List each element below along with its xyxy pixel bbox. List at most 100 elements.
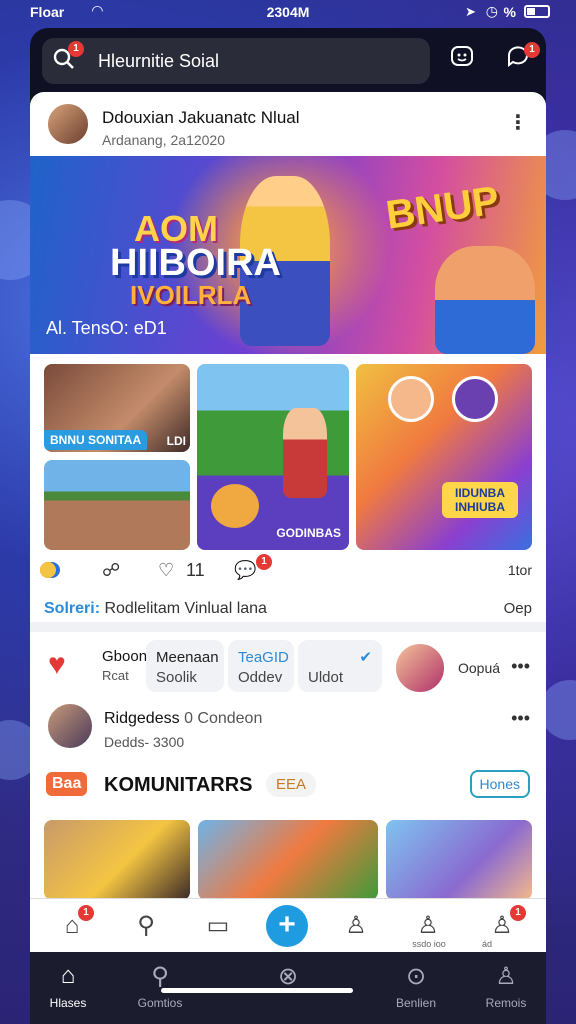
location-nav-icon[interactable]: ⊙ bbox=[386, 962, 446, 991]
more-icon[interactable]: ••• bbox=[511, 656, 530, 677]
comment-icon[interactable]: 💬 bbox=[234, 560, 256, 581]
profile-nav-icon[interactable]: ♙ bbox=[476, 962, 536, 991]
comment-badge: 1 bbox=[256, 554, 272, 570]
avatar[interactable] bbox=[394, 642, 446, 694]
chip-sub: Soolik bbox=[156, 669, 197, 686]
community-link[interactable]: Hones bbox=[469, 770, 530, 798]
hero-title-2: HIIBOIRA bbox=[110, 242, 281, 284]
row-label: Gboon bbox=[102, 648, 148, 665]
chip-title: Meenaan bbox=[156, 649, 219, 666]
hero-title-3: IVOILRLA bbox=[130, 280, 252, 310]
community-thumbs bbox=[44, 820, 546, 900]
chip-2[interactable]: TeaGID Oddev bbox=[228, 640, 294, 692]
alarm-icon: ◷ bbox=[485, 3, 498, 19]
home-indicator[interactable] bbox=[161, 988, 353, 993]
community-thumb[interactable] bbox=[44, 820, 190, 900]
search-bar[interactable]: 1 Hleurnitie Soial bbox=[42, 38, 430, 84]
notifications-badge: 1 bbox=[510, 905, 526, 921]
nav-label: Hlases bbox=[49, 996, 87, 1010]
chat-icon[interactable]: ▭ bbox=[198, 909, 238, 949]
community-thumb[interactable] bbox=[386, 820, 532, 900]
media-tile[interactable]: IIDUNBA INHIUBA bbox=[356, 364, 532, 550]
close-nav-icon[interactable]: ⊗ bbox=[258, 962, 318, 991]
user-name: Ridgedess 0 Condeon bbox=[104, 710, 262, 728]
user-sub: Dedds- 3300 bbox=[104, 734, 185, 750]
tab-label: ssdo ioo bbox=[412, 939, 446, 949]
search-badge: 1 bbox=[68, 40, 84, 57]
search-nav-icon[interactable]: ⚲ bbox=[130, 962, 190, 991]
character-figure bbox=[435, 246, 535, 354]
post-date: Ardanang, 2a12020 bbox=[102, 132, 225, 148]
character-face bbox=[388, 376, 434, 422]
chip-sub: Oddev bbox=[238, 669, 283, 686]
app-window: 1 Hleurnitie Soial 1 Ddouxian Jakuanatc … bbox=[30, 28, 546, 1024]
chip-sub: Uldot bbox=[308, 669, 344, 686]
check-icon: ✔ bbox=[359, 649, 372, 666]
user-name-main: Ridgedess bbox=[104, 710, 180, 727]
chip-1[interactable]: Meenaan Soolik bbox=[146, 640, 224, 692]
search-icon[interactable]: 1 bbox=[42, 40, 86, 76]
tile-label: BNNU SONITAA bbox=[44, 430, 148, 450]
hero-badge-text: BNUP bbox=[383, 178, 502, 238]
tile-label: IIDUNBA INHIUBA bbox=[442, 482, 518, 518]
media-tile[interactable] bbox=[44, 460, 190, 550]
like-icon[interactable]: ♡ bbox=[158, 560, 174, 581]
battery-icon bbox=[524, 5, 550, 18]
location-icon: ➤ bbox=[465, 4, 476, 19]
profile-icon[interactable]: ♙ bbox=[336, 909, 376, 949]
tile-tag: LDI bbox=[166, 434, 186, 448]
feed-card: Ddouxian Jakuanatc Nlual Ardanang, 2a120… bbox=[30, 92, 546, 952]
bear-character bbox=[211, 484, 259, 528]
battery-percent: % bbox=[503, 4, 516, 20]
search-tab-icon[interactable]: ⚲ bbox=[126, 909, 166, 949]
more-icon[interactable]: ••• bbox=[511, 708, 530, 729]
row-right-text: Oopuá bbox=[458, 660, 501, 676]
subtitle: Solreri: Rodlelitam Vinlual lana bbox=[44, 600, 267, 618]
media-grid: BNNU SONITAA LDI GODINBAS IIDUNBA INHIUB… bbox=[44, 364, 532, 550]
user-name-extra: 0 Condeon bbox=[184, 710, 263, 727]
tab-label: ád bbox=[481, 939, 492, 949]
bottom-tab-bar: ⌂ 1 ⚲ ▭ + ♙ ♙ ssdo ioo ♙ 1 ád bbox=[30, 898, 546, 952]
post-author[interactable]: Ddouxian Jakuanatc Nlual bbox=[102, 108, 300, 128]
tile-label: GODINBAS bbox=[276, 526, 341, 540]
emoji-icon[interactable] bbox=[442, 42, 482, 82]
avatar[interactable] bbox=[46, 702, 94, 750]
message-badge: 1 bbox=[524, 42, 540, 58]
search-input[interactable]: Hleurnitie Soial bbox=[98, 51, 219, 72]
chip-title: TeaGID bbox=[238, 649, 289, 666]
media-tile[interactable]: GODINBAS bbox=[197, 364, 349, 550]
community-tag: Baa bbox=[46, 772, 88, 796]
status-bar: Floar ◠ 2304M ➤ ◷ % bbox=[0, 0, 576, 26]
home-badge: 1 bbox=[78, 905, 94, 921]
nav-label: Gomtios bbox=[137, 996, 183, 1010]
message-icon[interactable]: 1 bbox=[498, 42, 540, 82]
post-header: Ddouxian Jakuanatc Nlual Ardanang, 2a120… bbox=[30, 92, 546, 156]
top-bar: 1 Hleurnitie Soial 1 bbox=[42, 38, 540, 84]
home-nav-icon[interactable]: ⌂ bbox=[38, 962, 98, 990]
nav-label: Remois bbox=[485, 996, 527, 1010]
nav-label: Benlien bbox=[395, 996, 437, 1010]
subtitle-right: Oep bbox=[503, 600, 532, 617]
more-options-icon[interactable]: ⋮ bbox=[508, 110, 528, 135]
heart-icon[interactable]: ♥ bbox=[48, 648, 66, 682]
post-actions: ☍ ♡ 11 💬 1 1tor bbox=[40, 554, 532, 590]
hero-banner[interactable]: AOM HIIBOIRA IVOILRLA BNUP Al. TensO: eD… bbox=[30, 156, 546, 354]
community-thumb[interactable] bbox=[198, 820, 378, 900]
subtitle-label: Solreri: bbox=[44, 600, 101, 617]
like-count: 11 bbox=[186, 560, 205, 580]
media-tile[interactable]: BNNU SONITAA LDI bbox=[44, 364, 190, 452]
avatar[interactable] bbox=[46, 102, 90, 146]
subtitle-text: Rodlelitam Vinlual lana bbox=[104, 600, 267, 617]
chip-3[interactable]: ✔ Uldot bbox=[298, 640, 382, 692]
story-row: ♥ Gboon Rcat Meenaan Soolik TeaGID Oddev ✔… bbox=[30, 634, 546, 694]
row-sublabel: Rcat bbox=[102, 668, 129, 683]
community-title: KOMUNITARRS bbox=[104, 774, 253, 796]
home-icon[interactable]: ⌂ 1 bbox=[52, 905, 94, 949]
create-post-button[interactable]: + bbox=[266, 905, 308, 947]
user-row[interactable]: Ridgedess 0 Condeon Dedds- 3300 ••• bbox=[30, 698, 546, 758]
community-header: Baa KOMUNITARRS EEA Hones bbox=[30, 766, 546, 806]
character-face bbox=[452, 376, 498, 422]
share-icon[interactable]: ☍ bbox=[102, 560, 120, 581]
character-figure bbox=[283, 408, 327, 498]
community-chip[interactable]: EEA bbox=[266, 772, 317, 797]
